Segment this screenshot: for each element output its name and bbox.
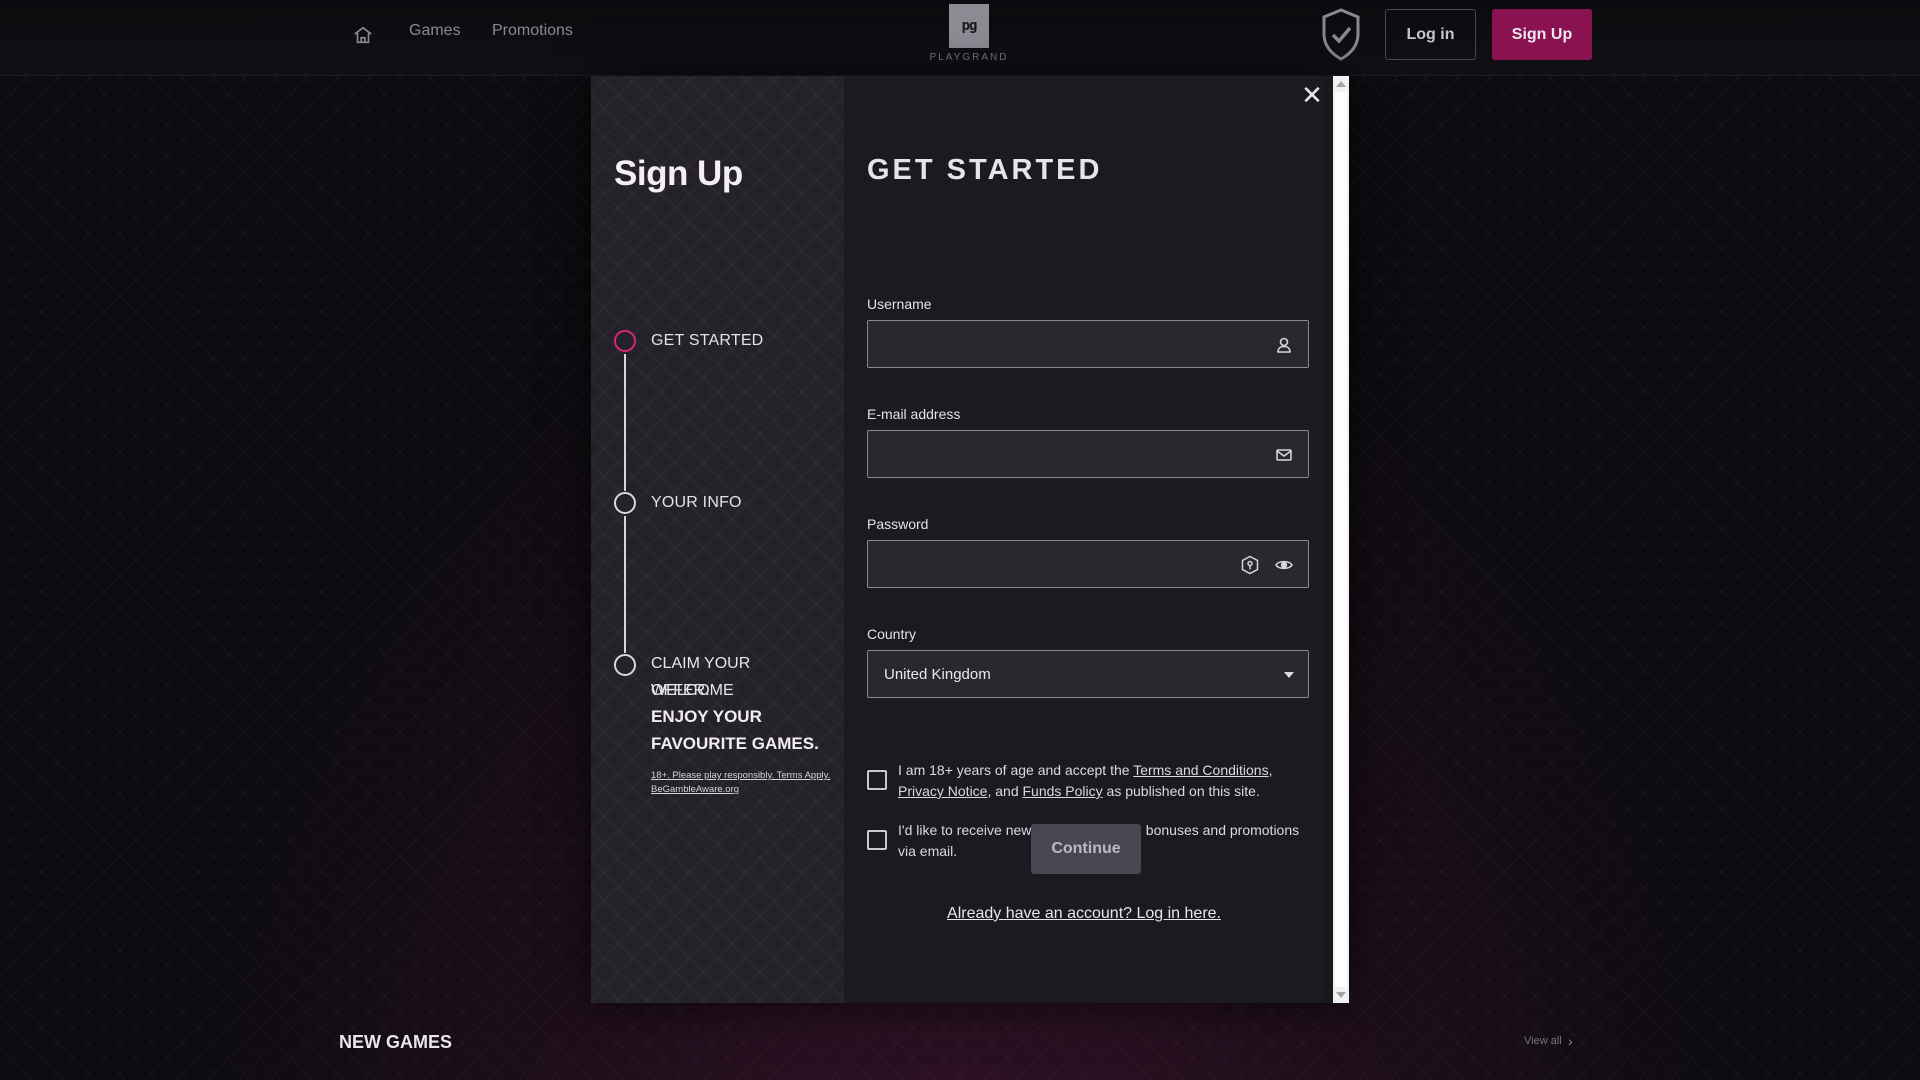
offer-headline-2: FAVOURITE GAMES. [651, 734, 819, 753]
step-connector [624, 354, 626, 491]
step-indicator-active [614, 330, 636, 352]
password-strength-icon[interactable] [1240, 555, 1260, 575]
close-icon[interactable]: ✕ [1300, 82, 1324, 108]
eye-icon[interactable] [1274, 555, 1294, 575]
step-indicator [614, 492, 636, 514]
step-label-offer-cont: OFFER. [651, 682, 710, 699]
terms-separator: , and [987, 783, 1023, 799]
playgrand-logo[interactable]: pg PLAYGRAND [928, 4, 1010, 74]
signup-form-panel: GET STARTED Username E-mail address Pass… [844, 76, 1324, 1003]
step-indicator [614, 654, 636, 676]
email-input[interactable] [868, 431, 1308, 477]
view-all-link[interactable]: View all [1524, 1035, 1562, 1047]
user-icon [1274, 335, 1294, 355]
newsletter-checkbox[interactable] [867, 830, 887, 850]
signup-button[interactable]: Sign Up [1492, 9, 1592, 60]
offer-headline-1: ENJOY YOUR [651, 707, 762, 726]
email-label: E-mail address [867, 406, 961, 422]
username-field [867, 320, 1309, 368]
new-games-heading: NEW GAMES [339, 1032, 453, 1052]
username-input[interactable] [868, 321, 1308, 367]
country-label: Country [867, 626, 917, 642]
envelope-icon [1274, 445, 1294, 465]
scroll-down-arrow-icon[interactable] [1336, 992, 1346, 998]
terms-consent-text: I am 18+ years of age and accept the Ter… [898, 760, 1318, 802]
step-label-your-info: YOUR INFO [651, 494, 742, 511]
country-selected-value: United Kingdom [884, 666, 991, 683]
terms-checkbox[interactable] [867, 770, 887, 790]
funds-policy-link[interactable]: Funds Policy [1023, 783, 1103, 799]
modal-scrollbar[interactable] [1333, 76, 1349, 1003]
signup-steps-panel: Sign Up GET STARTED YOUR INFO CLAIM YOUR… [591, 76, 844, 1003]
login-here-link[interactable]: Already have an account? Log in here. [844, 905, 1324, 923]
continue-button[interactable]: Continue [1031, 824, 1141, 874]
nav-games-link[interactable]: Games [409, 22, 461, 40]
terms-text: I am 18+ years of age and accept the [898, 762, 1134, 778]
country-select[interactable]: United Kingdom [867, 650, 1309, 698]
password-field [867, 540, 1309, 588]
terms-link[interactable]: Terms and Conditions [1133, 762, 1268, 778]
privacy-notice-link[interactable]: Privacy Notice [898, 783, 987, 799]
top-navigation: Games Promotions pg PLAYGRAND Log in Sig… [0, 0, 1920, 76]
signup-modal: Sign Up GET STARTED YOUR INFO CLAIM YOUR… [591, 76, 1349, 1003]
logo-text: PLAYGRAND [929, 52, 1009, 63]
nav-promotions-link[interactable]: Promotions [492, 22, 573, 40]
terms-text-end: as published on this site. [1102, 783, 1260, 799]
password-label: Password [867, 516, 929, 532]
step-label-get-started: GET STARTED [651, 332, 764, 349]
logo-mark: pg [949, 4, 989, 48]
login-button[interactable]: Log in [1385, 9, 1476, 60]
terms-separator: , [1268, 762, 1273, 778]
home-icon[interactable] [352, 24, 374, 46]
email-field [867, 430, 1309, 478]
chevron-down-icon [1284, 672, 1294, 678]
signup-title: Sign Up [614, 154, 743, 193]
username-label: Username [867, 296, 932, 312]
chevron-right-icon[interactable]: › [1568, 1033, 1573, 1049]
responsible-gambling-disclaimer[interactable]: 18+. Please play responsibly. Terms Appl… [651, 769, 831, 797]
step-connector [624, 516, 626, 653]
scroll-up-arrow-icon[interactable] [1336, 81, 1346, 87]
shield-check-icon[interactable] [1319, 6, 1363, 64]
scrollbar-thumb[interactable] [1335, 92, 1347, 987]
form-title: GET STARTED [867, 154, 1103, 186]
